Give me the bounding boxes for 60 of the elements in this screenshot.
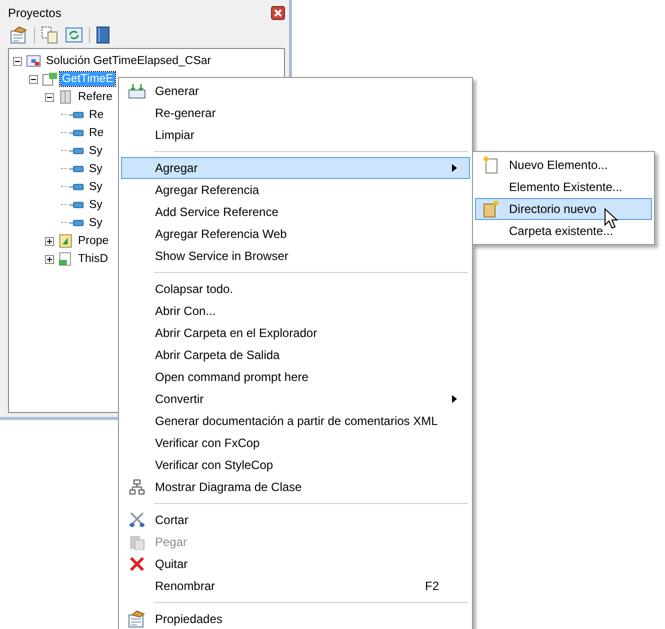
panel-title: Proyectos [8, 6, 62, 20]
tree-item[interactable]: Solución GetTimeElapsed_CSar [44, 54, 214, 68]
expander-icon[interactable] [45, 236, 56, 246]
scissors-icon [129, 512, 145, 528]
menu-item[interactable]: Carpeta existente... [475, 220, 652, 242]
expander-icon[interactable] [13, 56, 24, 66]
menu-item[interactable]: Open command prompt here [121, 366, 470, 388]
tree-item[interactable]: Refere [76, 90, 115, 104]
tree-item[interactable]: Sy [87, 180, 104, 194]
menu-item[interactable]: Show Service in Browser [121, 245, 470, 267]
tree-item[interactable]: Re [87, 126, 106, 140]
menu-item[interactable]: Generar documentación a partir de comentarios XML [121, 410, 470, 432]
solution-icon [26, 53, 42, 69]
menu-item[interactable]: Renombrar F2 [121, 575, 470, 597]
new-file-icon [483, 156, 499, 174]
menu-item[interactable]: Agregar [121, 157, 470, 179]
tree-item[interactable]: Sy [87, 198, 104, 212]
paste-icon [129, 534, 145, 550]
expander-icon[interactable] [45, 254, 56, 264]
delete-icon [129, 556, 145, 572]
book-icon[interactable] [96, 26, 110, 44]
properties-icon[interactable] [10, 26, 28, 44]
new-folder-icon [483, 200, 499, 218]
tree-item[interactable]: Prope [76, 234, 111, 248]
tree-item[interactable]: ThisD [76, 252, 110, 266]
menu-item[interactable]: Agregar Referencia Web [121, 223, 470, 245]
menu-item[interactable]: Abrir Carpeta en el Explorador [121, 322, 470, 344]
menu-item[interactable]: Abrir Con... [121, 300, 470, 322]
document-icon [58, 233, 74, 249]
refresh-icon[interactable] [65, 26, 83, 44]
tree-item[interactable]: Sy [87, 162, 104, 176]
menu-item[interactable]: Elemento Existente... [475, 176, 652, 198]
menu-item[interactable]: Directorio nuevo [475, 198, 652, 220]
expander-icon[interactable] [29, 74, 40, 84]
project-icon [42, 71, 58, 87]
menu-item[interactable]: Verificar con StyleCop [121, 454, 470, 476]
menu-item[interactable]: Generar [121, 80, 470, 102]
menu-item[interactable]: Convertir [121, 388, 470, 410]
copy-icon[interactable] [41, 26, 59, 44]
menu-item[interactable]: Nuevo Elemento... [475, 154, 652, 176]
expander-icon[interactable] [45, 92, 56, 102]
book-icon [58, 89, 74, 105]
tree-item[interactable]: Sy [87, 144, 104, 158]
menu-item[interactable]: Quitar [121, 553, 470, 575]
build-icon [128, 83, 146, 99]
menu-item[interactable]: Mostrar Diagrama de Clase [121, 476, 470, 498]
menu-item[interactable]: Agregar Referencia [121, 179, 470, 201]
tree-item[interactable]: Re [87, 108, 106, 122]
menu-item[interactable]: Verificar con FxCop [121, 432, 470, 454]
menu-item[interactable]: Add Service Reference [121, 201, 470, 223]
menu-item[interactable]: Re-generar [121, 102, 470, 124]
diagram-icon [129, 479, 145, 495]
close-icon[interactable] [271, 6, 285, 20]
code-file-icon [58, 251, 74, 267]
menu-item[interactable]: Limpiar [121, 124, 470, 146]
menu-item[interactable]: Cortar [121, 509, 470, 531]
menu-item[interactable]: Abrir Carpeta de Salida [121, 344, 470, 366]
tree-item[interactable]: Sy [87, 216, 104, 230]
menu-item[interactable]: Propiedades [121, 608, 470, 629]
menu-item[interactable]: Colapsar todo. [121, 278, 470, 300]
